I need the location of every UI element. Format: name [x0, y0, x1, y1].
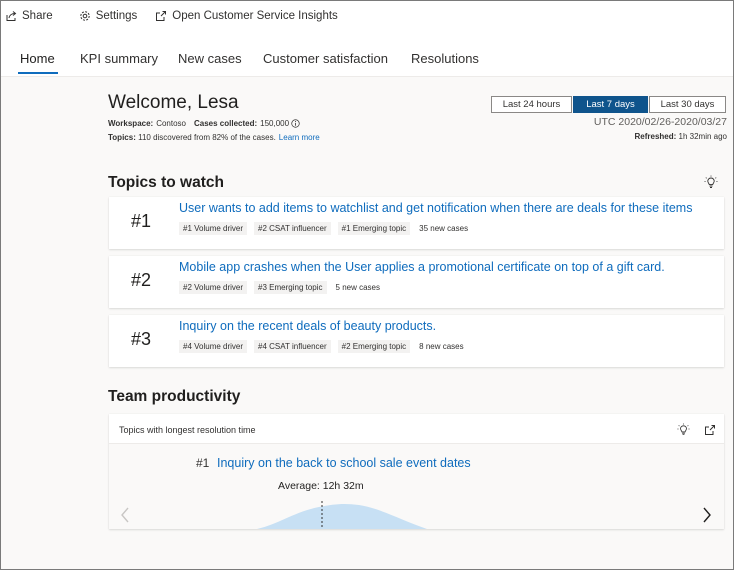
tab-resolutions[interactable]: Resolutions: [411, 51, 479, 66]
new-cases-count: 35 new cases: [419, 224, 469, 233]
refreshed-value: 1h 32min ago: [678, 132, 727, 141]
resolution-distribution-curve: [257, 501, 427, 529]
welcome-title: Welcome, Lesa: [108, 92, 239, 113]
team-productivity-title: Team productivity: [108, 388, 241, 405]
topic-tag: #1 Volume driver: [179, 222, 248, 235]
app-window: Share Settings Open Customer Service Ins…: [0, 0, 734, 570]
open-insights-button[interactable]: Open Customer Service Insights: [155, 10, 338, 22]
topic-tags: #1 Volume driver #2 CSAT influencer #1 E…: [179, 222, 468, 235]
topic-tag: #2 Volume driver: [179, 281, 248, 294]
range-30-days-button[interactable]: Last 30 days: [649, 96, 726, 113]
active-tab-indicator: [18, 72, 58, 74]
topics-info: Topics: 110 discovered from 82% of the c…: [108, 133, 320, 142]
tab-customer-satisfaction[interactable]: Customer satisfaction: [263, 51, 388, 66]
open-external-icon: [156, 11, 167, 21]
utc-date-range: UTC 2020/02/26-2020/03/27: [593, 116, 727, 128]
cases-value: 150,000: [260, 119, 290, 128]
share-icon: [6, 11, 17, 21]
open-insights-label: Open Customer Service Insights: [172, 10, 338, 22]
workspace-info: Workspace: Contoso Cases collected: 150,…: [108, 119, 300, 128]
command-bar: Share Settings Open Customer Service Ins…: [1, 1, 733, 31]
expand-icon[interactable]: [704, 424, 716, 436]
resolution-topic-rank: #1: [196, 456, 210, 470]
cases-label: Cases collected:: [194, 119, 258, 128]
gear-icon: [79, 11, 90, 21]
refreshed-status: Refreshed: 1h 32min ago: [634, 132, 727, 141]
topic-tag: #1 Emerging topic: [337, 222, 411, 235]
topic-rank: #3: [131, 329, 152, 349]
topic-tag: #4 CSAT influencer: [254, 340, 331, 353]
range-7-days-button[interactable]: Last 7 days: [573, 96, 648, 113]
workspace-label: Workspace:: [108, 119, 154, 128]
tab-bar: Home KPI summary New cases Customer sati…: [1, 31, 733, 77]
topic-card[interactable]: #1 User wants to add items to watchlist …: [109, 197, 724, 249]
date-range-selector: Last 24 hours Last 7 days Last 30 days: [491, 96, 727, 113]
tab-kpi-summary[interactable]: KPI summary: [80, 51, 158, 66]
lightbulb-icon[interactable]: [677, 423, 690, 436]
topics-label: Topics:: [108, 133, 136, 142]
topic-rank: #1: [131, 211, 152, 231]
average-resolution-time: Average: 12h 32m: [278, 480, 364, 492]
share-button[interactable]: Share: [5, 10, 53, 22]
settings-label: Settings: [95, 10, 138, 22]
topics-text: 110 discovered from 82% of the cases.: [138, 133, 276, 142]
topic-tag: #2 CSAT influencer: [254, 222, 331, 235]
panel-title: Topics with longest resolution time: [119, 425, 256, 435]
topic-tag: #4 Volume driver: [179, 340, 248, 353]
new-cases-count: 8 new cases: [419, 342, 464, 351]
lightbulb-icon[interactable]: [704, 175, 718, 189]
topic-tags: #4 Volume driver #4 CSAT influencer #2 E…: [179, 340, 464, 353]
topic-title-link[interactable]: Inquiry on the recent deals of beauty pr…: [179, 319, 436, 333]
learn-more-link[interactable]: Learn more: [279, 133, 320, 142]
topic-rank: #2: [131, 270, 152, 290]
range-24-hours-button[interactable]: Last 24 hours: [491, 96, 572, 113]
topic-title-link[interactable]: User wants to add items to watchlist and…: [179, 201, 692, 215]
panel-body: #1 Inquiry on the back to school sale ev…: [109, 444, 724, 529]
settings-button[interactable]: Settings: [79, 10, 138, 22]
topics-to-watch-title: Topics to watch: [108, 174, 224, 191]
topic-title-link[interactable]: Mobile app crashes when the User applies…: [179, 260, 665, 274]
share-label: Share: [22, 10, 53, 22]
resolution-time-panel: Topics with longest resolution time #1 I…: [109, 414, 724, 529]
topic-card[interactable]: #2 Mobile app crashes when the User appl…: [109, 256, 724, 308]
topic-tags: #2 Volume driver #3 Emerging topic 5 new…: [179, 281, 380, 294]
refreshed-label: Refreshed:: [634, 132, 677, 141]
topic-card[interactable]: #3 Inquiry on the recent deals of beauty…: [109, 315, 724, 367]
topic-tag: #2 Emerging topic: [337, 340, 411, 353]
panel-header: Topics with longest resolution time: [109, 414, 724, 444]
tab-new-cases[interactable]: New cases: [178, 51, 242, 66]
topic-tag: #3 Emerging topic: [254, 281, 327, 294]
chevron-right-icon[interactable]: [701, 506, 713, 524]
workspace-value: Contoso: [156, 119, 186, 128]
resolution-topic-link[interactable]: Inquiry on the back to school sale event…: [217, 456, 471, 470]
chevron-left-icon[interactable]: [119, 506, 131, 524]
tab-home[interactable]: Home: [20, 51, 55, 66]
new-cases-count: 5 new cases: [335, 283, 380, 292]
info-icon[interactable]: [291, 119, 300, 128]
